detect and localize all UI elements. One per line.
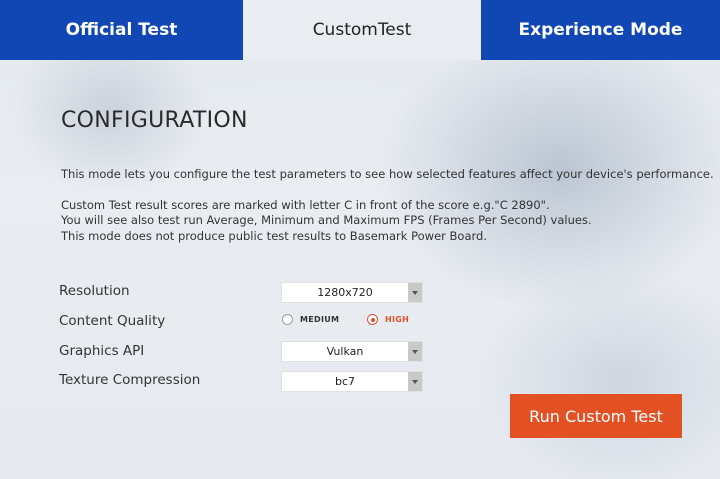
chevron-down-icon[interactable] — [408, 372, 422, 391]
radio-medium-label: MEDIUM — [300, 315, 340, 324]
tab-experience-mode[interactable]: Experience Mode — [481, 0, 720, 60]
radio-circle-selected-icon[interactable] — [367, 314, 378, 325]
radio-circle-icon[interactable] — [282, 314, 293, 325]
description-line: This mode lets you configure the test pa… — [61, 167, 714, 181]
graphics-api-value: Vulkan — [326, 345, 364, 358]
tab-custom-test[interactable]: CustomTest — [243, 0, 481, 60]
content-quality-label: Content Quality — [59, 313, 166, 329]
radio-high-label: HIGH — [385, 315, 410, 324]
tab-official-test[interactable]: Official Test — [0, 0, 243, 60]
tab-bar: Official Test CustomTest Experience Mode — [0, 0, 720, 60]
chevron-down-icon[interactable] — [408, 342, 422, 361]
configuration-title: CONFIGURATION — [61, 108, 248, 133]
run-custom-test-button[interactable]: Run Custom Test — [510, 394, 682, 438]
resolution-value: 1280x720 — [317, 286, 373, 299]
description-line: You will see also test run Average, Mini… — [61, 213, 592, 227]
resolution-label: Resolution — [59, 283, 130, 299]
description-line: Custom Test result scores are marked wit… — [61, 198, 550, 212]
radio-medium[interactable]: MEDIUM — [282, 314, 339, 325]
description-line: This mode does not produce public test r… — [61, 229, 487, 243]
texture-compression-label: Texture Compression — [59, 372, 201, 388]
radio-high[interactable]: HIGH — [367, 314, 409, 325]
graphics-api-label: Graphics API — [59, 343, 145, 359]
resolution-select[interactable]: 1280x720 — [281, 282, 423, 303]
chevron-down-icon[interactable] — [408, 283, 422, 302]
texture-compression-select[interactable]: bc7 — [281, 371, 423, 392]
texture-compression-value: bc7 — [334, 375, 356, 388]
graphics-api-select[interactable]: Vulkan — [281, 341, 423, 362]
